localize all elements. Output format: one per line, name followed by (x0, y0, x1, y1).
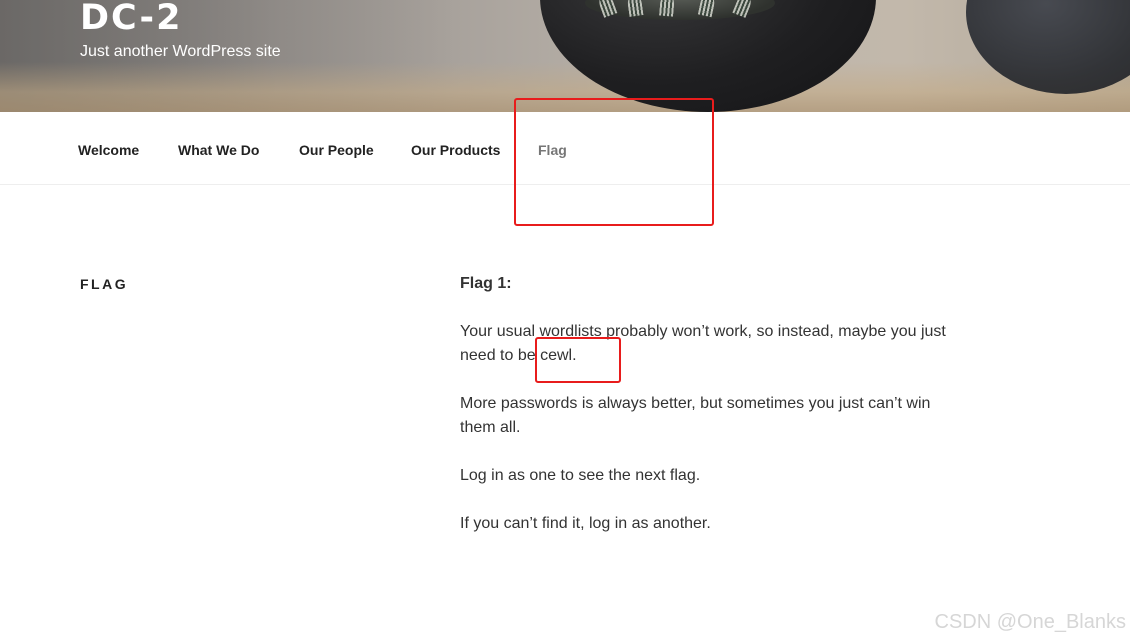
site-header: DC-2 Just another WordPress site (0, 0, 1130, 112)
watermark: CSDN @One_Blanks (934, 611, 1126, 633)
nav-item-welcome[interactable]: Welcome (78, 141, 139, 159)
header-plant-leaf (659, 0, 675, 17)
site-tagline: Just another WordPress site (80, 43, 281, 60)
entry-paragraph: More passwords is always better, but som… (460, 395, 931, 436)
annotation-box-flag-menu (514, 98, 714, 226)
header-plant-leaf (626, 0, 644, 17)
site-title[interactable]: DC-2 (80, 0, 182, 40)
page-title: FLAG (80, 276, 129, 292)
nav-item-what-we-do[interactable]: What We Do (178, 141, 259, 159)
entry-paragraph: If you can’t find it, log in as another. (460, 515, 711, 532)
nav-item-our-products[interactable]: Our Products (411, 141, 500, 159)
entry-heading: Flag 1: (460, 275, 512, 292)
nav-item-our-people[interactable]: Our People (299, 141, 374, 159)
annotation-box-cewl (535, 337, 621, 383)
entry-paragraph: Log in as one to see the next flag. (460, 467, 701, 484)
entry-content: Flag 1: Your usual wordlists probably wo… (460, 272, 970, 560)
